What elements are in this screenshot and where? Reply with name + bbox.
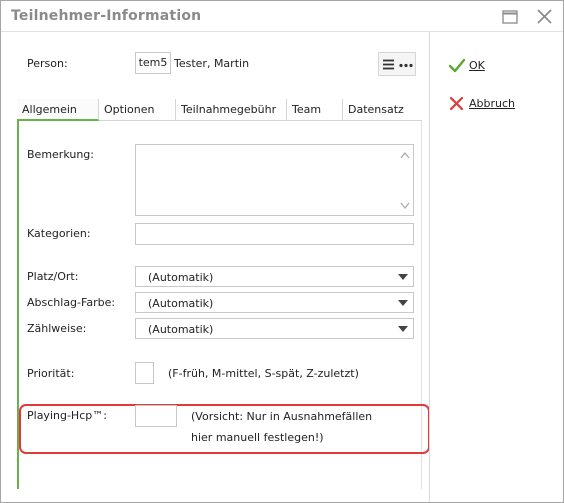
ok-button[interactable]: OK <box>448 56 508 76</box>
scroll-down-icon[interactable] <box>400 202 410 210</box>
tab-datensatz[interactable]: Datensatz <box>343 99 422 121</box>
maximize-button[interactable] <box>499 7 521 27</box>
abschlag-value: (Automatik) <box>148 297 214 310</box>
action-pane: OK Abbruch <box>429 32 563 502</box>
hcp-hint-line1: (Vorsicht: Nur in Ausnahmefällen <box>191 410 373 423</box>
platz-value: (Automatik) <box>148 271 214 284</box>
maximize-icon <box>502 10 518 24</box>
dropdown-arrow-icon <box>398 274 408 280</box>
platz-label: Platz/Ort: <box>27 270 79 283</box>
tab-teilnahmegebuehr[interactable]: Teilnahmegebühr <box>176 99 287 121</box>
abschlag-label: Abschlag-Farbe: <box>27 296 116 309</box>
window-title: Teilnehmer-Information <box>11 8 202 24</box>
more-dots-icon <box>399 63 413 68</box>
dropdown-arrow-icon <box>398 300 408 306</box>
hcp-hint-line2: hier manuell festlegen!) <box>191 431 324 444</box>
tab-bar: Allgemein Optionen Teilnahmegebühr Team … <box>17 99 422 121</box>
prioritaet-label: Priorität: <box>27 367 75 380</box>
zaehlweise-select[interactable]: (Automatik) <box>135 318 414 339</box>
person-code-field[interactable]: tem5 <box>135 52 171 74</box>
scroll-up-icon[interactable] <box>400 151 410 159</box>
ok-label: OK <box>469 59 485 72</box>
person-menu-button[interactable] <box>378 52 416 76</box>
hcp-input[interactable] <box>135 405 177 427</box>
title-bar: Teilnehmer-Information <box>1 1 563 32</box>
check-icon <box>448 58 466 73</box>
bemerkung-textarea[interactable] <box>135 144 414 216</box>
tab-optionen[interactable]: Optionen <box>99 99 176 121</box>
bemerkung-label: Bemerkung: <box>27 148 94 161</box>
cross-icon <box>449 96 464 111</box>
close-icon <box>537 9 552 24</box>
abschlag-select[interactable]: (Automatik) <box>135 292 414 313</box>
hcp-label: Playing-Hcp™: <box>27 409 107 422</box>
platz-select[interactable]: (Automatik) <box>135 266 414 287</box>
tab-team[interactable]: Team <box>287 99 343 121</box>
cancel-button[interactable]: Abbruch <box>448 94 528 114</box>
form-pane: Person: tem5 Tester, Martin Allgemein Op… <box>1 32 430 502</box>
cancel-label: Abbruch <box>469 97 516 110</box>
person-name: Tester, Martin <box>174 57 250 70</box>
zaehlweise-label: Zählweise: <box>27 322 87 335</box>
kategorien-input[interactable] <box>135 223 414 245</box>
person-label: Person: <box>27 57 68 70</box>
close-button[interactable] <box>533 7 555 27</box>
zaehlweise-value: (Automatik) <box>148 323 214 336</box>
tab-allgemein[interactable]: Allgemein <box>17 99 99 121</box>
prioritaet-hint: (F-früh, M-mittel, S-spät, Z-zuletzt) <box>168 367 359 380</box>
prioritaet-input[interactable] <box>135 362 154 384</box>
kategorien-label: Kategorien: <box>27 227 91 240</box>
dropdown-arrow-icon <box>398 326 408 332</box>
dialog-window: Teilnehmer-Information Person: tem5 Test… <box>0 0 564 503</box>
